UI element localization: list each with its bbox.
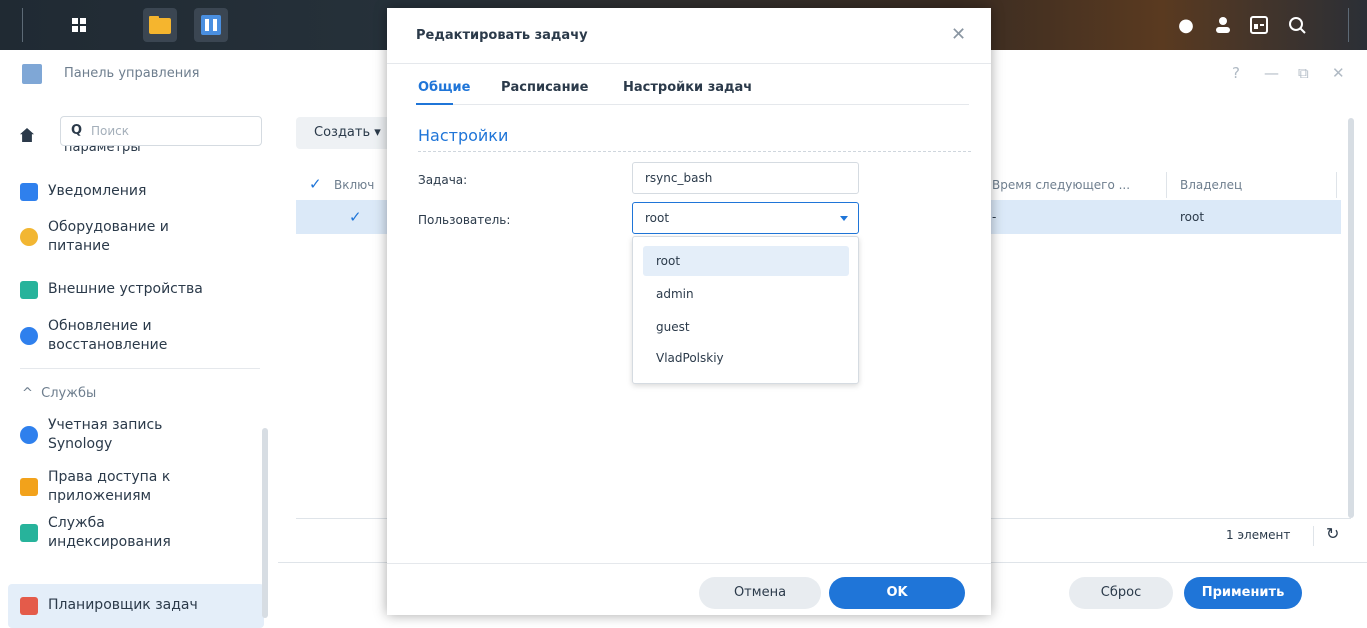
user-option-vladpolskiy[interactable]: VladPolskiy [643,343,849,373]
sidebar-item-label: Права доступа к приложениям [48,469,171,504]
section-divider [418,151,971,152]
search-placeholder: Поиск [91,124,130,138]
user-option-admin[interactable]: admin [643,279,849,309]
row-enabled-checkbox[interactable]: ✓ [349,210,363,225]
column-separator [1166,172,1167,198]
task-name-field[interactable]: rsync_bash [632,162,859,194]
section-title: Настройки [418,126,509,145]
select-all-checkbox[interactable]: ✓ [309,177,323,192]
tab-schedule[interactable]: Расписание [501,80,588,95]
sidebar-item-cut: параметры [64,146,141,154]
sidebar-item-indexing[interactable]: Служба индексирования [20,514,171,552]
sidebar-item-label: Служба индексирования [48,515,171,550]
active-tab-indicator [416,103,453,105]
dialog-footer-divider [387,563,991,564]
search-input[interactable]: Q Поиск [60,116,262,146]
tab-bar-divider [416,104,969,105]
tab-general[interactable]: Общие [418,80,470,95]
user-select-value: root [645,211,670,225]
column-separator [1336,172,1337,198]
user-option-root[interactable]: root [643,246,849,276]
widgets-icon[interactable] [1246,12,1272,38]
close-window-icon[interactable]: ✕ [1332,64,1345,82]
tab-task-settings[interactable]: Настройки задач [623,80,752,95]
file-station-icon[interactable] [143,8,177,42]
chat-icon[interactable]: ● [1173,12,1199,38]
cancel-button[interactable]: Отмена [699,577,821,609]
edit-task-dialog: Редактировать задачу ✕ Общие Расписание … [387,8,991,615]
sidebar-item-external-devices[interactable]: Внешние устройства [20,280,203,299]
main-scrollbar[interactable] [1348,118,1354,518]
synology-account-icon [20,426,38,444]
close-icon[interactable]: ✕ [951,24,966,45]
sidebar-item-label: Обновление и восстановление [48,318,168,353]
minimize-icon[interactable]: — [1264,64,1279,82]
sidebar-item-notifications[interactable]: Уведомления [20,182,146,201]
home-icon[interactable] [20,128,34,142]
sidebar-item-app-privileges[interactable]: Права доступа к приложениям [20,468,170,506]
footer-separator [1313,526,1314,546]
sidebar-divider [20,368,260,369]
ok-button[interactable]: OK [829,577,965,609]
column-enabled[interactable]: Включ [334,178,374,192]
sidebar: Q Поиск параметры Уведомления Оборудован… [0,98,279,628]
search-icon: Q [71,123,83,138]
user-option-guest[interactable]: guest [643,312,849,342]
sidebar-item-label: Оборудование и питание [48,219,169,254]
column-owner[interactable]: Владелец [1180,178,1242,192]
task-label: Задача: [418,173,468,187]
bulb-icon [20,228,38,246]
notifications-icon [20,182,38,201]
chevron-up-icon: ^ [22,386,33,401]
restore-icon[interactable]: ⧉ [1298,64,1309,82]
sidebar-item-task-scheduler[interactable]: Планировщик задач [20,596,198,615]
chevron-down-icon [840,216,848,221]
item-count: 1 элемент [1226,528,1291,542]
sidebar-item-label: Внешние устройства [48,281,203,297]
indexing-icon [20,524,38,542]
lock-icon [20,478,38,496]
calendar-icon [20,596,38,615]
taskbar-divider [1348,8,1349,42]
external-device-icon [20,280,38,299]
apply-button[interactable]: Применить [1184,577,1302,609]
window-title: Панель управления [64,66,200,81]
cell-owner: root [1180,210,1205,224]
reset-button[interactable]: Сброс [1069,577,1173,609]
user-icon[interactable] [1210,12,1236,38]
sidebar-item-label: Планировщик задач [48,597,198,613]
sidebar-scrollbar[interactable] [262,428,268,618]
column-next-run[interactable]: Время следующего ... [992,178,1130,192]
help-icon[interactable]: ? [1232,64,1240,82]
search-taskbar-icon[interactable] [1284,12,1310,38]
sidebar-item-label: Уведомления [48,183,147,199]
main-menu-icon[interactable] [62,8,96,42]
taskbar-divider [22,8,23,42]
user-label: Пользователь: [418,213,511,227]
control-panel-taskbar-icon[interactable] [194,8,228,42]
sidebar-item-label: Учетная запись Synology [48,417,163,452]
user-select[interactable]: root [632,202,859,234]
control-panel-logo-icon [22,64,42,84]
cell-next-run: - [992,210,997,224]
dialog-header-divider [387,63,991,64]
sidebar-item-update[interactable]: Обновление и восстановление [20,317,167,355]
sidebar-item-hardware[interactable]: Оборудование и питание [20,218,169,256]
services-header[interactable]: ^ Службы [22,386,96,401]
user-dropdown-list: root admin guest VladPolskiy [632,236,859,384]
sidebar-item-synology-account[interactable]: Учетная запись Synology [20,416,162,454]
dialog-title: Редактировать задачу [416,28,588,43]
refresh-icon[interactable]: ↻ [1326,524,1339,543]
update-icon [20,327,38,345]
